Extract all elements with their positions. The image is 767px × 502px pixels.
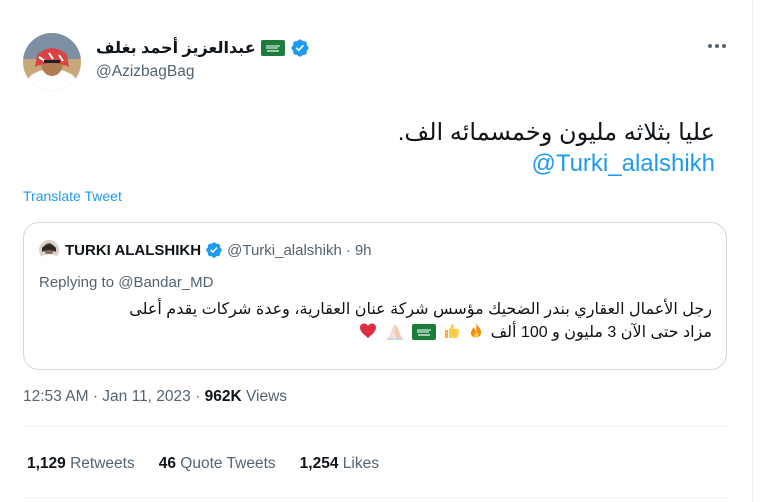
quote-tweets-label: Quote Tweets bbox=[180, 455, 276, 472]
quoted-tweet[interactable]: TURKI ALALSHIKH @Turki_alalshikh · 9h Re… bbox=[23, 222, 727, 370]
saudi-flag-icon bbox=[260, 40, 285, 56]
meta-separator: · bbox=[92, 388, 98, 405]
quoted-text-line-2: مزاد حتى الآن 3 مليون و 100 ألف bbox=[490, 324, 712, 341]
likes-label: Likes bbox=[342, 455, 379, 472]
author-handle[interactable]: @AzizbagBag bbox=[96, 63, 194, 81]
divider bbox=[23, 497, 727, 498]
views-count: 962K bbox=[204, 388, 242, 405]
engagement-stats: 1,129 Retweets 46 Quote Tweets 1,254 Lik… bbox=[27, 455, 403, 473]
quoted-text-line-1: رجل الأعمال العقاري بندر الضحيك مؤسس شرك… bbox=[129, 301, 712, 318]
more-options-icon[interactable] bbox=[704, 36, 730, 56]
praying-hands-icon bbox=[384, 322, 406, 340]
verified-badge-icon bbox=[290, 38, 310, 58]
tweet-time[interactable]: 12:53 AM bbox=[23, 388, 89, 405]
author-display-name[interactable]: عبدالعزيز أحمد بغلف bbox=[96, 38, 256, 58]
red-heart-icon bbox=[359, 322, 377, 340]
quoted-separator: · bbox=[345, 241, 351, 259]
quoted-text-line-2-wrap: مزاد حتى الآن 3 مليون و 100 ألف bbox=[52, 321, 712, 344]
quoted-verified-badge-icon bbox=[205, 241, 223, 259]
replying-to-handle: @Bandar_MD bbox=[118, 274, 214, 291]
saudi-flag-icon bbox=[412, 324, 437, 342]
fire-icon bbox=[467, 322, 485, 340]
tweet-date[interactable]: Jan 11, 2023 bbox=[102, 388, 190, 405]
quoted-author-handle: @Turki_alalshikh bbox=[227, 241, 342, 259]
quoted-replying-to: Replying to @Bandar_MD bbox=[39, 274, 214, 291]
quote-tweets-count: 46 bbox=[158, 455, 176, 472]
tweet-meta: 12:53 AM · Jan 11, 2023 · 962K Views bbox=[23, 388, 287, 406]
meta-separator: · bbox=[195, 388, 201, 405]
tweet-text: عليا بثلاثه مليون وخمسمائه الف. bbox=[397, 119, 715, 146]
quoted-author-name: TURKI ALALSHIKH bbox=[65, 241, 202, 259]
tweet-card: عبدالعزيز أحمد بغلف @AzizbagBag عليا بثل… bbox=[0, 0, 753, 502]
retweets-count: 1,129 bbox=[27, 455, 66, 472]
views-label: Views bbox=[245, 388, 288, 405]
author-name-row[interactable]: عبدالعزيز أحمد بغلف bbox=[96, 36, 310, 60]
quoted-timestamp: 9h bbox=[354, 241, 372, 259]
likes-count: 1,254 bbox=[299, 455, 339, 472]
author-avatar[interactable] bbox=[23, 33, 81, 91]
tweet-mention-link[interactable]: @Turki_alalshikh bbox=[531, 148, 715, 180]
quote-tweets-stat[interactable]: 46 Quote Tweets bbox=[159, 455, 276, 473]
thumbs-up-icon bbox=[443, 322, 461, 340]
quoted-tweet-header: TURKI ALALSHIKH @Turki_alalshikh · 9h bbox=[39, 240, 372, 260]
translate-tweet-link[interactable]: Translate Tweet bbox=[23, 188, 122, 204]
retweets-label: Retweets bbox=[70, 455, 135, 472]
quoted-tweet-text: رجل الأعمال العقاري بندر الضحيك مؤسس شرك… bbox=[52, 298, 712, 344]
retweets-stat[interactable]: 1,129 Retweets bbox=[27, 455, 135, 473]
quoted-author-avatar bbox=[39, 240, 59, 260]
replying-prefix: Replying to bbox=[39, 274, 115, 291]
likes-stat[interactable]: 1,254 Likes bbox=[300, 455, 379, 473]
divider bbox=[23, 426, 727, 427]
